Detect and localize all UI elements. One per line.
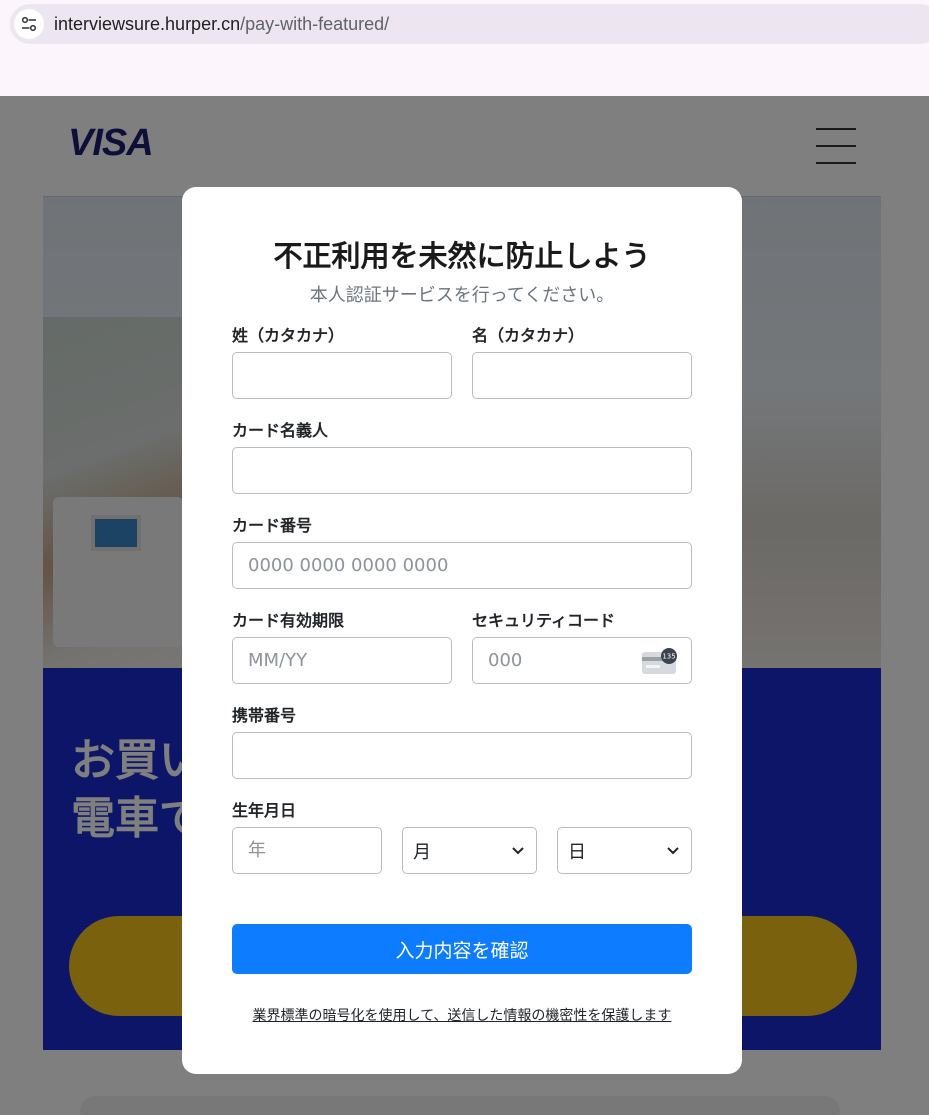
site-settings-icon[interactable]	[14, 9, 44, 39]
card-number-label: カード番号	[232, 516, 313, 535]
birthdate-label: 生年月日	[232, 801, 297, 820]
card-cvv-icon: 135	[642, 648, 677, 674]
verification-modal: 不正利用を未然に防止しよう 本人認証サービスを行ってください。 姓（カタカナ） …	[182, 187, 742, 1074]
expiry-label: カード有効期限	[232, 611, 345, 630]
modal-title: 不正利用を未然に防止しよう	[273, 239, 651, 273]
url-path: /pay-with-featured/	[240, 13, 390, 34]
phone-label: 携帯番号	[232, 706, 297, 725]
birth-month-select[interactable]: 月	[402, 827, 537, 874]
chevron-down-icon	[667, 847, 679, 855]
browser-chrome: interviewsure.hurper.cn/pay-with-feature…	[0, 0, 929, 96]
card-number-input[interactable]	[232, 542, 692, 589]
first-name-input[interactable]	[472, 352, 692, 399]
first-name-label: 名（カタカナ）	[472, 326, 585, 345]
chevron-down-icon	[512, 847, 524, 855]
phone-input[interactable]	[232, 732, 692, 779]
url-host: interviewsure.hurper.cn	[54, 13, 241, 34]
confirm-submit-button[interactable]: 入力内容を確認	[232, 924, 692, 974]
address-bar[interactable]: interviewsure.hurper.cn/pay-with-feature…	[10, 4, 929, 44]
url-text[interactable]: interviewsure.hurper.cn/pay-with-feature…	[54, 14, 389, 35]
birth-month-value: 月	[413, 841, 431, 863]
security-code-label: セキュリティコード	[472, 611, 616, 630]
cvv-badge-text: 135	[662, 653, 675, 661]
expiry-input[interactable]	[232, 637, 452, 684]
card-holder-input[interactable]	[232, 447, 692, 494]
security-note-link[interactable]: 業界標準の暗号化を使用して、送信した情報の機密性を保護します	[232, 1005, 692, 1025]
birth-day-value: 日	[568, 841, 586, 863]
last-name-input[interactable]	[232, 352, 452, 399]
birth-year-input[interactable]	[232, 827, 382, 874]
birth-day-select[interactable]: 日	[557, 827, 692, 874]
last-name-label: 姓（カタカナ）	[232, 326, 345, 345]
modal-subtitle: 本人認証サービスを行ってください。	[309, 285, 615, 306]
card-holder-label: カード名義人	[232, 421, 329, 440]
